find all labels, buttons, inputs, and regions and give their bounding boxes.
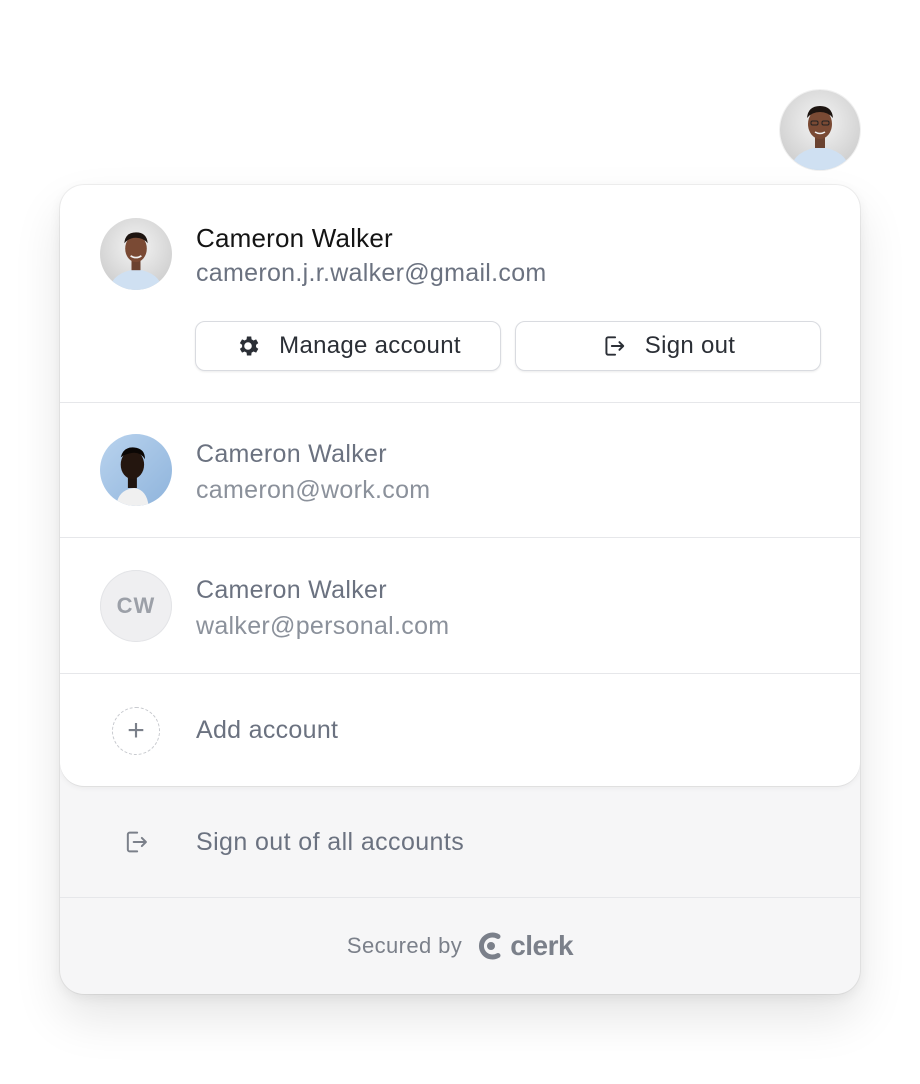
stage: Cameron Walker cameron.j.r.walker@gmail.… — [0, 0, 920, 1084]
clerk-wordmark: clerk — [510, 930, 574, 961]
sign-out-icon — [122, 828, 150, 856]
plus-icon: + — [112, 707, 160, 755]
account-row-work[interactable]: Cameron Walker cameron@work.com — [60, 402, 860, 537]
sign-out-icon — [601, 333, 627, 359]
account-email: cameron@work.com — [196, 476, 431, 504]
manage-account-label: Manage account — [279, 332, 461, 359]
clerk-logo-icon — [478, 931, 506, 961]
account-initials-avatar: CW — [100, 570, 172, 642]
avatar-photo-icon — [100, 434, 172, 506]
account-avatar — [100, 434, 172, 506]
active-account-avatar — [100, 218, 172, 290]
add-account-label: Add account — [196, 716, 339, 744]
clerk-brand-link[interactable]: clerk — [478, 930, 574, 962]
gear-icon — [235, 333, 261, 359]
active-account-name: Cameron Walker — [196, 223, 393, 253]
add-account-button[interactable]: + Add account — [60, 674, 860, 786]
avatar-photo-icon — [100, 218, 172, 290]
active-account-email: cameron.j.r.walker@gmail.com — [196, 259, 547, 287]
manage-account-button[interactable]: Manage account — [195, 321, 501, 371]
avatar-photo-icon — [780, 90, 860, 170]
account-name: Cameron Walker — [196, 576, 387, 604]
accounts-panel: Cameron Walker cameron.j.r.walker@gmail.… — [60, 185, 860, 786]
user-menu-popover: Cameron Walker cameron.j.r.walker@gmail.… — [60, 185, 860, 994]
user-button-avatar[interactable] — [780, 90, 860, 170]
sign-out-label: Sign out — [644, 332, 736, 359]
sign-out-button[interactable]: Sign out — [515, 321, 821, 371]
account-name: Cameron Walker — [196, 440, 387, 468]
footer: Secured by clerk — [60, 898, 860, 994]
sign-out-all-button[interactable]: Sign out of all accounts — [60, 786, 860, 898]
account-row-personal[interactable]: CW Cameron Walker walker@personal.com — [60, 538, 860, 673]
sign-out-all-label: Sign out of all accounts — [196, 828, 465, 856]
account-email: walker@personal.com — [196, 612, 450, 640]
secured-by-text: Secured by — [346, 933, 463, 958]
